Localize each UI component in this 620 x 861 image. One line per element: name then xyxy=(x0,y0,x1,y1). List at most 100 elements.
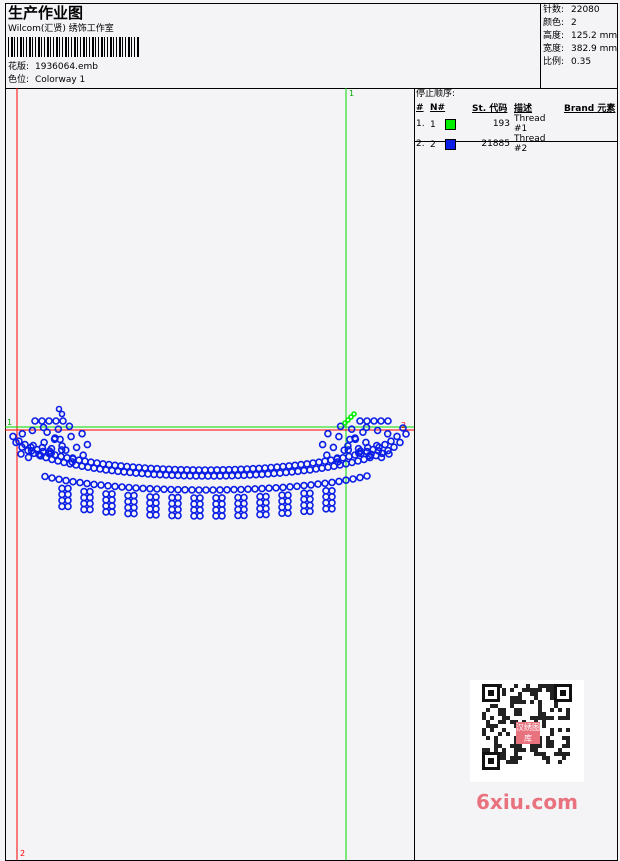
stitch-ring xyxy=(118,483,126,491)
row-n-cell: 2 xyxy=(428,134,470,154)
stitch-ring xyxy=(396,438,404,447)
qr-module xyxy=(494,704,498,708)
stitch-ring xyxy=(168,493,176,502)
qr-module xyxy=(550,740,554,744)
qr-module xyxy=(562,716,566,720)
qr-module xyxy=(494,740,498,744)
qr-module xyxy=(510,688,514,692)
qr-module xyxy=(514,756,518,760)
stitch-ring xyxy=(160,485,168,494)
qr-module xyxy=(542,756,546,760)
stitch-ring xyxy=(86,505,94,514)
qr-module xyxy=(558,708,562,712)
watermark-text: 6xiu.com xyxy=(476,790,578,814)
qr-module xyxy=(486,708,490,712)
stitch-ring xyxy=(297,460,305,469)
stitch-ring xyxy=(255,464,263,473)
stitch-ring xyxy=(201,466,209,474)
stitch-ring xyxy=(130,491,138,500)
stitch-ring xyxy=(335,432,343,441)
colorway-value: Colorway 1 xyxy=(35,75,86,85)
table-row: 2. 2 21885 Thread #2 xyxy=(414,134,618,154)
stitch-count-value: 22080 xyxy=(571,5,600,15)
stitch-ring xyxy=(93,459,101,467)
qr-module xyxy=(514,752,518,756)
qr-module xyxy=(534,716,538,720)
colorway-label: 色位: xyxy=(8,75,30,85)
qr-module xyxy=(482,732,486,736)
col-stitches-label: St. xyxy=(472,104,487,114)
stitch-ring xyxy=(196,512,204,520)
stitch-ring xyxy=(124,497,132,506)
stitch-ring xyxy=(174,499,182,508)
stitch-ring xyxy=(234,499,242,508)
qr-module xyxy=(546,760,550,764)
stitch-ring xyxy=(17,450,25,458)
stitch-ring xyxy=(322,498,330,507)
stitch-ring xyxy=(328,478,336,487)
stitch-ring xyxy=(64,502,72,511)
stitch-ring xyxy=(168,471,176,480)
qr-module xyxy=(546,716,550,720)
stitch-ring xyxy=(318,440,327,449)
qr-module xyxy=(510,720,514,724)
stitch-ring xyxy=(222,471,230,480)
scale-value: 0.35 xyxy=(571,57,592,67)
qr-module xyxy=(510,704,514,708)
stitch-ring xyxy=(146,493,154,501)
stitch-ring xyxy=(284,503,292,512)
qr-module xyxy=(542,752,546,756)
stitch-ring xyxy=(102,496,110,504)
stitch-ring xyxy=(234,505,242,514)
company-name: Wilcom(汇贤) 绣饰工作室 xyxy=(8,24,114,34)
stitch-ring xyxy=(9,432,17,441)
stitch-ring xyxy=(213,466,221,474)
stitch-ring xyxy=(272,483,280,492)
stitch-ring xyxy=(300,466,308,475)
qr-module xyxy=(510,700,514,704)
qr-module xyxy=(502,720,506,724)
qr-module xyxy=(502,708,506,712)
qr-module xyxy=(486,720,490,724)
stitch-ring xyxy=(165,465,173,474)
qr-module xyxy=(558,728,562,732)
col-code-label: 代码 xyxy=(489,104,508,114)
qr-module xyxy=(482,728,486,732)
stitch-ring xyxy=(69,477,77,486)
qr-module xyxy=(506,716,510,720)
qr-module xyxy=(542,716,546,720)
table-row: 1. 1 193 Thread #1 xyxy=(414,114,618,134)
stitch-ring xyxy=(168,511,176,520)
stitch-ring xyxy=(58,502,66,511)
stitch-ring xyxy=(318,464,326,473)
stitch-ring xyxy=(251,485,259,493)
stitch-ring xyxy=(218,512,226,520)
qr-module xyxy=(566,740,570,744)
stitch-ring xyxy=(117,462,125,470)
stitch-ring xyxy=(387,437,395,446)
stitch-ring xyxy=(363,417,371,425)
stitch-ring xyxy=(256,492,264,501)
stitch-ring xyxy=(174,471,182,480)
stitch-ring xyxy=(108,508,116,516)
design-label: 花版: xyxy=(8,62,30,72)
qr-module xyxy=(538,684,542,688)
stitch-ring xyxy=(195,466,203,474)
qr-module xyxy=(488,758,494,764)
qr-module xyxy=(566,728,570,732)
qr-module xyxy=(550,684,554,688)
row-n: 1 xyxy=(430,119,436,130)
qr-module xyxy=(558,760,562,764)
stitch-ring xyxy=(256,510,264,519)
stitch-ring xyxy=(267,463,275,472)
stitch-ring xyxy=(80,505,88,514)
col-element-label: 元素 xyxy=(597,104,616,114)
qr-module xyxy=(518,708,522,712)
stitch-ring xyxy=(135,463,143,472)
qr-module xyxy=(498,732,502,736)
row-stitches: 193 xyxy=(492,119,510,129)
row-n-cell: 1 xyxy=(428,114,470,134)
col-brand: Brand 元素 xyxy=(562,101,618,114)
thread-table-header: # N# St. 代码 描述 Brand 元素 xyxy=(414,101,618,115)
stitch-ring xyxy=(159,465,167,473)
